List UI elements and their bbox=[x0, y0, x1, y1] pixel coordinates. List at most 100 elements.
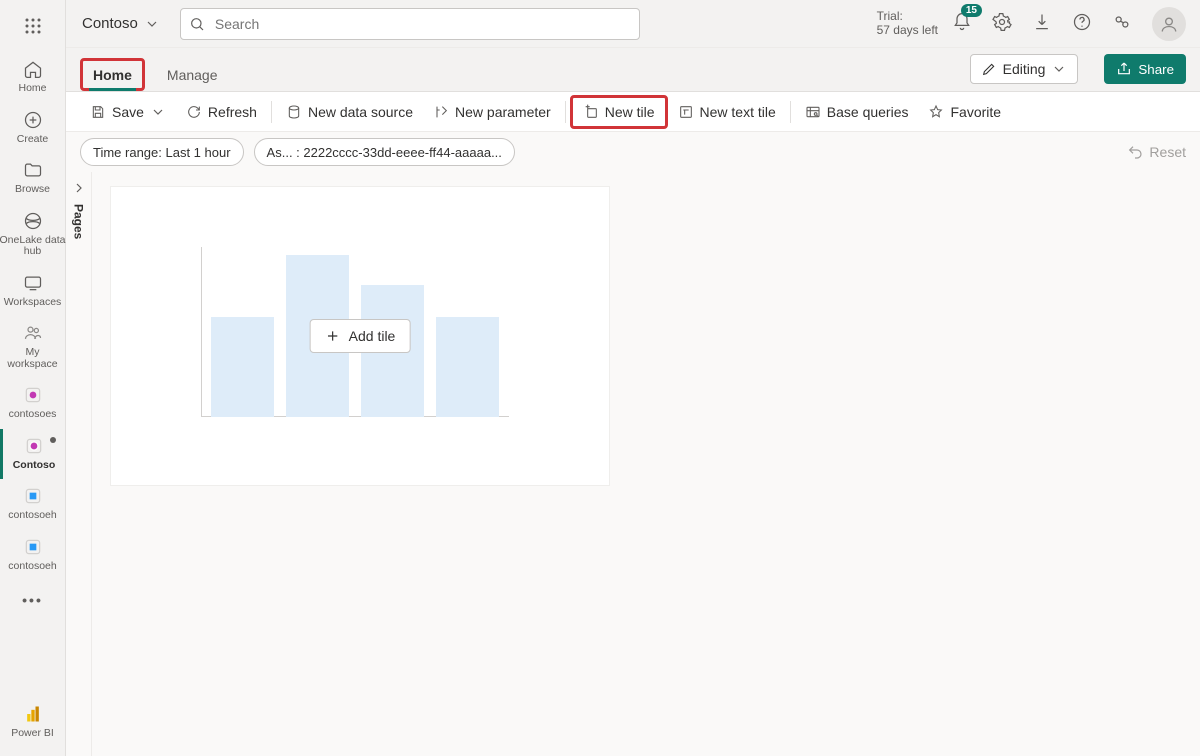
editing-mode-button[interactable]: Editing bbox=[970, 54, 1079, 84]
download-button[interactable] bbox=[1032, 12, 1052, 35]
parameter-pill[interactable]: As... : 2222cccc-33dd-eeee-ff44-aaaaa... bbox=[254, 138, 515, 166]
tool-label: New tile bbox=[605, 104, 655, 120]
rail-item-workspaces[interactable]: Workspaces bbox=[0, 266, 66, 317]
new-tile-button[interactable]: New tile bbox=[570, 95, 668, 129]
help-button[interactable] bbox=[1072, 12, 1092, 35]
tile-add-icon bbox=[583, 104, 599, 120]
rail-label: My workspace bbox=[0, 347, 66, 370]
command-toolbar: Save Refresh New data source New paramet… bbox=[66, 92, 1200, 132]
people-icon bbox=[22, 322, 44, 344]
feedback-button[interactable] bbox=[1112, 12, 1132, 35]
search-input[interactable] bbox=[213, 15, 631, 33]
share-label: Share bbox=[1138, 62, 1174, 77]
workspace-switcher[interactable]: Contoso bbox=[76, 11, 166, 36]
rail-label: contosoes bbox=[9, 409, 57, 421]
notification-badge: 15 bbox=[961, 4, 982, 17]
rail-label: contosoeh bbox=[8, 561, 56, 573]
notifications-button[interactable]: 15 bbox=[952, 12, 972, 35]
rail-item-contosoeh-1[interactable]: contosoeh bbox=[0, 479, 66, 530]
powerbi-icon bbox=[22, 703, 44, 725]
tab-label: Home bbox=[93, 67, 132, 83]
tool-label: Favorite bbox=[950, 104, 1001, 120]
gear-icon bbox=[992, 12, 1012, 32]
chevron-down-icon bbox=[144, 16, 160, 32]
settings-button[interactable] bbox=[992, 12, 1012, 35]
workspace-item-icon bbox=[23, 435, 45, 457]
new-parameter-button[interactable]: New parameter bbox=[423, 92, 561, 132]
tool-label: New parameter bbox=[455, 104, 551, 120]
base-queries-button[interactable]: Base queries bbox=[795, 92, 919, 132]
chevron-down-icon bbox=[1051, 61, 1067, 77]
rail-item-powerbi[interactable]: Power BI bbox=[0, 697, 66, 748]
pill-label: Time range: Last 1 hour bbox=[93, 145, 231, 160]
rail-item-contosoes[interactable]: contosoes bbox=[0, 378, 66, 429]
parameter-icon bbox=[433, 104, 449, 120]
rail-item-create[interactable]: Create bbox=[0, 103, 66, 154]
rail-item-my-workspace[interactable]: My workspace bbox=[0, 316, 66, 378]
rail-label: contosoeh bbox=[8, 510, 56, 522]
top-app-bar: Contoso Trial: 57 days left 15 bbox=[66, 0, 1200, 48]
search-box[interactable] bbox=[180, 8, 640, 40]
rail-item-home[interactable]: Home bbox=[0, 52, 66, 103]
trial-status: Trial: 57 days left bbox=[877, 10, 938, 38]
person-icon bbox=[1159, 14, 1179, 34]
save-button[interactable]: Save bbox=[80, 92, 176, 132]
favorite-button[interactable]: Favorite bbox=[918, 92, 1011, 132]
rail-item-contosoeh-2[interactable]: contosoeh bbox=[0, 530, 66, 581]
rail-item-contoso[interactable]: Contoso bbox=[0, 429, 66, 480]
pill-label: As... : 2222cccc-33dd-eeee-ff44-aaaaa... bbox=[267, 145, 502, 160]
reset-button[interactable]: Reset bbox=[1127, 144, 1186, 160]
dashboard-canvas[interactable]: Add tile bbox=[92, 172, 1200, 756]
workspace-item-icon bbox=[22, 536, 44, 558]
trial-line2: 57 days left bbox=[877, 24, 938, 38]
refresh-button[interactable]: Refresh bbox=[176, 92, 267, 132]
chevron-right-icon bbox=[71, 180, 87, 196]
download-icon bbox=[1032, 12, 1052, 32]
text-tile-icon bbox=[678, 104, 694, 120]
chart-axis-y bbox=[201, 247, 202, 417]
add-tile-button[interactable]: Add tile bbox=[310, 319, 411, 353]
account-avatar[interactable] bbox=[1152, 7, 1186, 41]
app-launcher-button[interactable] bbox=[13, 6, 53, 46]
trial-line1: Trial: bbox=[877, 10, 938, 24]
unsaved-dot-icon bbox=[50, 437, 56, 443]
workspace-item-icon bbox=[22, 485, 44, 507]
chevron-down-icon bbox=[150, 104, 166, 120]
pages-pane-collapsed[interactable]: Pages bbox=[66, 172, 92, 756]
reset-label: Reset bbox=[1149, 144, 1186, 160]
tab-home[interactable]: Home bbox=[80, 58, 145, 91]
placeholder-tile[interactable]: Add tile bbox=[110, 186, 610, 486]
new-text-tile-button[interactable]: New text tile bbox=[668, 92, 786, 132]
share-button[interactable]: Share bbox=[1104, 54, 1186, 84]
search-icon bbox=[189, 16, 205, 32]
canvas-area: Pages Add tile bbox=[66, 172, 1200, 756]
rail-label: Workspaces bbox=[4, 297, 62, 309]
rail-item-browse[interactable]: Browse bbox=[0, 153, 66, 204]
undo-icon bbox=[1127, 144, 1143, 160]
rail-label: Browse bbox=[15, 184, 50, 196]
database-icon bbox=[286, 104, 302, 120]
rail-label: OneLake data hub bbox=[0, 235, 66, 258]
pages-label: Pages bbox=[72, 204, 86, 239]
left-nav-rail: Home Create Browse OneLake data hub Work… bbox=[0, 0, 66, 756]
pencil-icon bbox=[981, 61, 997, 77]
refresh-icon bbox=[186, 104, 202, 120]
workspaces-icon bbox=[22, 272, 44, 294]
rail-more-button[interactable]: ••• bbox=[18, 585, 48, 615]
help-icon bbox=[1072, 12, 1092, 32]
tab-manage[interactable]: Manage bbox=[163, 57, 222, 91]
tool-label: New data source bbox=[308, 104, 413, 120]
waffle-icon bbox=[24, 17, 42, 35]
tool-label: Base queries bbox=[827, 104, 909, 120]
editing-label: Editing bbox=[1003, 61, 1046, 77]
rail-item-onelake[interactable]: OneLake data hub bbox=[0, 204, 66, 266]
add-tile-label: Add tile bbox=[349, 328, 396, 344]
folder-icon bbox=[22, 159, 44, 181]
time-range-pill[interactable]: Time range: Last 1 hour bbox=[80, 138, 244, 166]
home-icon bbox=[22, 58, 44, 80]
tool-label: Save bbox=[112, 104, 144, 120]
new-data-source-button[interactable]: New data source bbox=[276, 92, 423, 132]
tool-label: Refresh bbox=[208, 104, 257, 120]
rail-label: Create bbox=[17, 134, 49, 146]
page-tabs: Home Manage Editing Share bbox=[66, 48, 1200, 92]
